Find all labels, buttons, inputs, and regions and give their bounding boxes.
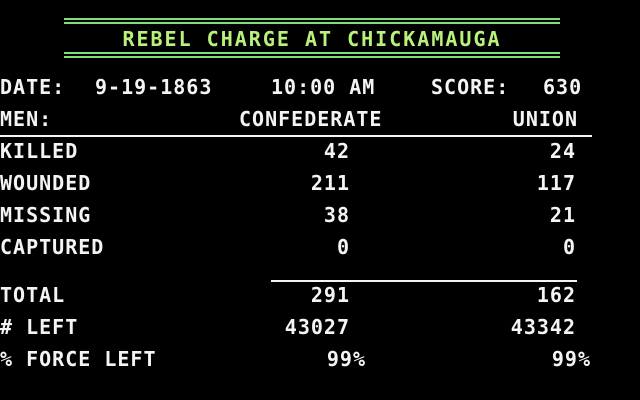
row-label-left: # LEFT <box>0 315 79 339</box>
men-header: MEN: <box>0 107 53 131</box>
confederate-killed: 42 <box>323 139 350 163</box>
row-label-killed: KILLED <box>0 139 79 163</box>
union-left: 43342 <box>510 315 576 339</box>
date-value: 9-19-1863 <box>95 75 213 99</box>
confederate-header: CONFEDERATE <box>239 107 383 131</box>
row-label-missing: MISSING <box>0 203 92 227</box>
confederate-total: 291 <box>310 283 350 307</box>
score-value: 630 <box>543 75 583 99</box>
header-divider <box>0 135 592 137</box>
confederate-force-left: 99% <box>326 347 366 371</box>
union-total: 162 <box>536 283 576 307</box>
confederate-left: 43027 <box>284 315 350 339</box>
union-wounded: 117 <box>536 171 576 195</box>
union-header: UNION <box>512 107 578 131</box>
union-captured: 0 <box>562 235 576 259</box>
title-rule-bottom-inner <box>64 52 560 54</box>
union-missing: 21 <box>549 203 576 227</box>
title-rule-top <box>64 18 560 20</box>
totals-divider <box>271 280 577 282</box>
score-label: SCORE: <box>431 75 510 99</box>
row-label-total: TOTAL <box>0 283 66 307</box>
confederate-captured: 0 <box>336 235 350 259</box>
game-title: REBEL CHARGE AT CHICKAMAUGA <box>122 27 502 51</box>
union-killed: 24 <box>549 139 576 163</box>
title-rule-bottom <box>64 56 560 58</box>
game-screen: REBEL CHARGE AT CHICKAMAUGA DATE: 9-19-1… <box>0 0 640 400</box>
title-rule-top-inner <box>64 22 560 24</box>
union-force-left: 99% <box>551 347 591 371</box>
date-label: DATE: <box>0 75 66 99</box>
row-label-captured: CAPTURED <box>0 235 105 259</box>
confederate-wounded: 211 <box>310 171 350 195</box>
row-label-force-left: % FORCE LEFT <box>0 347 157 371</box>
time-value: 10:00 AM <box>271 75 376 99</box>
row-label-wounded: WOUNDED <box>0 171 92 195</box>
confederate-missing: 38 <box>323 203 350 227</box>
